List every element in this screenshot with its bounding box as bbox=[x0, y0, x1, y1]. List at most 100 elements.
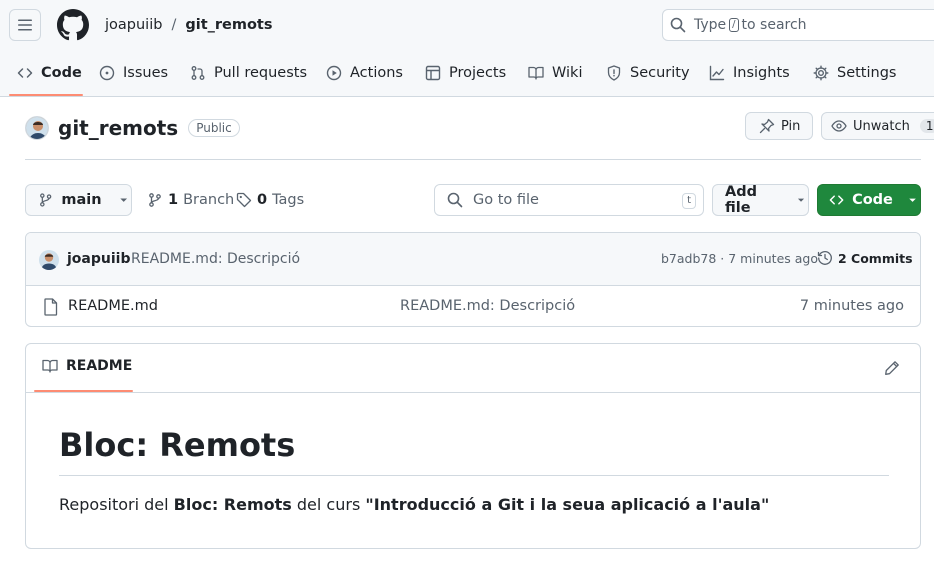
tags-count: 0 bbox=[257, 192, 268, 208]
repo-name-link[interactable]: git_remots bbox=[58, 116, 178, 140]
branch-name: main bbox=[61, 192, 102, 208]
search-input[interactable]: Type / to search bbox=[662, 9, 934, 41]
search-icon bbox=[670, 17, 686, 33]
code-icon bbox=[829, 195, 844, 205]
hamburger-menu-button[interactable] bbox=[9, 9, 41, 41]
tab-label: Wiki bbox=[552, 65, 583, 81]
branch-icon bbox=[40, 193, 52, 207]
readme-tab-label: README bbox=[66, 358, 133, 374]
paragraph-text: del curs bbox=[291, 495, 366, 514]
table-row[interactable]: README.md README.md: Descripció 7 minute… bbox=[26, 287, 920, 326]
tab-pull-requests[interactable]: Pull requests bbox=[190, 50, 307, 96]
file-date: 7 minutes ago bbox=[799, 298, 904, 314]
issue-icon bbox=[99, 65, 115, 81]
global-header: joapuiib / git_remots Type / to search bbox=[0, 0, 934, 50]
readme-panel: README Bloc: Remots Repositori del Bloc:… bbox=[25, 343, 921, 549]
paragraph-bold-block: Bloc: Remots bbox=[173, 495, 292, 514]
repo-nav-tabs: Code Issues Pull requests Actions Projec… bbox=[0, 50, 934, 97]
tab-label: Actions bbox=[350, 65, 403, 81]
active-tab-indicator bbox=[9, 94, 83, 96]
github-logo-icon[interactable] bbox=[57, 9, 89, 41]
tab-projects[interactable]: Projects bbox=[425, 50, 506, 96]
go-to-file-placeholder: Go to file bbox=[473, 192, 539, 208]
tab-issues[interactable]: Issues bbox=[99, 50, 168, 96]
caret-down-icon bbox=[909, 198, 916, 202]
add-file-button[interactable]: Add file bbox=[712, 184, 809, 216]
branches-label: Branch bbox=[183, 192, 235, 208]
tab-security[interactable]: Security bbox=[606, 50, 690, 96]
search-placeholder-suffix: to search bbox=[741, 17, 807, 33]
file-table: joapuiib README.md: Descripció b7adb78 ·… bbox=[25, 232, 921, 327]
commit-message-link[interactable]: README.md: Descripció bbox=[131, 251, 300, 267]
tab-label: Security bbox=[630, 65, 690, 81]
readme-tab[interactable]: README bbox=[42, 358, 132, 374]
tab-label: Settings bbox=[837, 65, 897, 81]
file-name-link[interactable]: README.md bbox=[68, 298, 158, 314]
go-to-file-shortcut-key: t bbox=[682, 193, 696, 209]
add-file-label: Add file bbox=[725, 184, 757, 216]
avatar[interactable] bbox=[39, 250, 59, 270]
tag-icon bbox=[236, 192, 252, 208]
search-placeholder-prefix: Type bbox=[694, 17, 727, 33]
unwatch-label: Unwatch bbox=[853, 118, 910, 134]
code-icon bbox=[17, 68, 33, 78]
commit-sha-time[interactable]: b7adb78 · 7 minutes ago bbox=[661, 251, 818, 266]
readme-header: README bbox=[26, 344, 920, 393]
eye-icon bbox=[831, 120, 847, 132]
commit-author-link[interactable]: joapuiib bbox=[67, 251, 130, 267]
graph-icon bbox=[709, 65, 725, 81]
code-clone-button[interactable]: Code bbox=[817, 184, 921, 216]
go-to-file-input[interactable]: Go to file t bbox=[434, 184, 704, 216]
search-icon bbox=[447, 192, 463, 208]
tags-link[interactable]: 0 Tags bbox=[236, 184, 304, 216]
gear-icon bbox=[813, 65, 829, 81]
visibility-badge: Public bbox=[188, 119, 240, 137]
tab-insights[interactable]: Insights bbox=[709, 50, 790, 96]
branches-count: 1 bbox=[168, 192, 179, 208]
avatar[interactable] bbox=[25, 116, 49, 140]
tab-wiki[interactable]: Wiki bbox=[528, 50, 582, 96]
pencil-icon[interactable] bbox=[884, 360, 900, 376]
branch-icon bbox=[149, 193, 161, 207]
breadcrumb-owner-link[interactable]: joapuiib bbox=[105, 15, 162, 35]
hamburger-icon bbox=[18, 19, 32, 31]
pull-request-icon bbox=[191, 66, 205, 80]
play-icon bbox=[326, 65, 342, 81]
unwatch-button[interactable]: Unwatch 1 bbox=[821, 112, 934, 140]
table-icon bbox=[425, 65, 441, 81]
branches-link[interactable]: 1 Branch bbox=[147, 184, 234, 216]
tab-settings[interactable]: Settings bbox=[813, 50, 896, 96]
repo-title-row: git_remots Public bbox=[25, 113, 240, 143]
branch-selector-button[interactable]: main bbox=[25, 184, 132, 216]
breadcrumb: joapuiib / git_remots bbox=[105, 15, 273, 35]
search-shortcut-key: / bbox=[729, 18, 739, 32]
tab-label: Issues bbox=[123, 65, 169, 81]
file-commit-message-link[interactable]: README.md: Descripció bbox=[400, 298, 575, 314]
paragraph-bold-course: "Introducció a Git i la seua aplicació a… bbox=[365, 495, 770, 514]
breadcrumb-repo-link[interactable]: git_remots bbox=[185, 15, 272, 35]
tab-label: Insights bbox=[733, 65, 790, 81]
book-icon bbox=[42, 359, 58, 373]
tags-label: Tags bbox=[272, 192, 305, 208]
tab-label: Projects bbox=[449, 65, 507, 81]
file-icon bbox=[44, 298, 58, 316]
tab-label: Pull requests bbox=[214, 65, 308, 81]
avatar-image-icon bbox=[26, 117, 48, 139]
commits-count-label: 2 Commits bbox=[838, 250, 913, 266]
header-divider bbox=[25, 159, 921, 160]
book-icon bbox=[528, 66, 544, 80]
tab-actions[interactable]: Actions bbox=[326, 50, 403, 96]
pin-icon bbox=[759, 118, 775, 134]
watchers-count: 1 bbox=[919, 119, 934, 133]
readme-heading: Bloc: Remots bbox=[59, 426, 296, 464]
paragraph-text: Repositori del bbox=[59, 495, 174, 514]
caret-down-icon bbox=[119, 198, 127, 202]
pin-button[interactable]: Pin bbox=[745, 112, 813, 140]
commits-history-link[interactable]: 2 Commits bbox=[817, 250, 913, 266]
code-button-label: Code bbox=[852, 192, 893, 208]
readme-paragraph: Repositori del Bloc: Remots del curs "In… bbox=[59, 495, 769, 514]
shield-icon bbox=[607, 65, 621, 81]
pin-label: Pin bbox=[781, 118, 801, 134]
tab-code[interactable]: Code bbox=[17, 50, 82, 96]
tab-label: Code bbox=[41, 65, 82, 81]
